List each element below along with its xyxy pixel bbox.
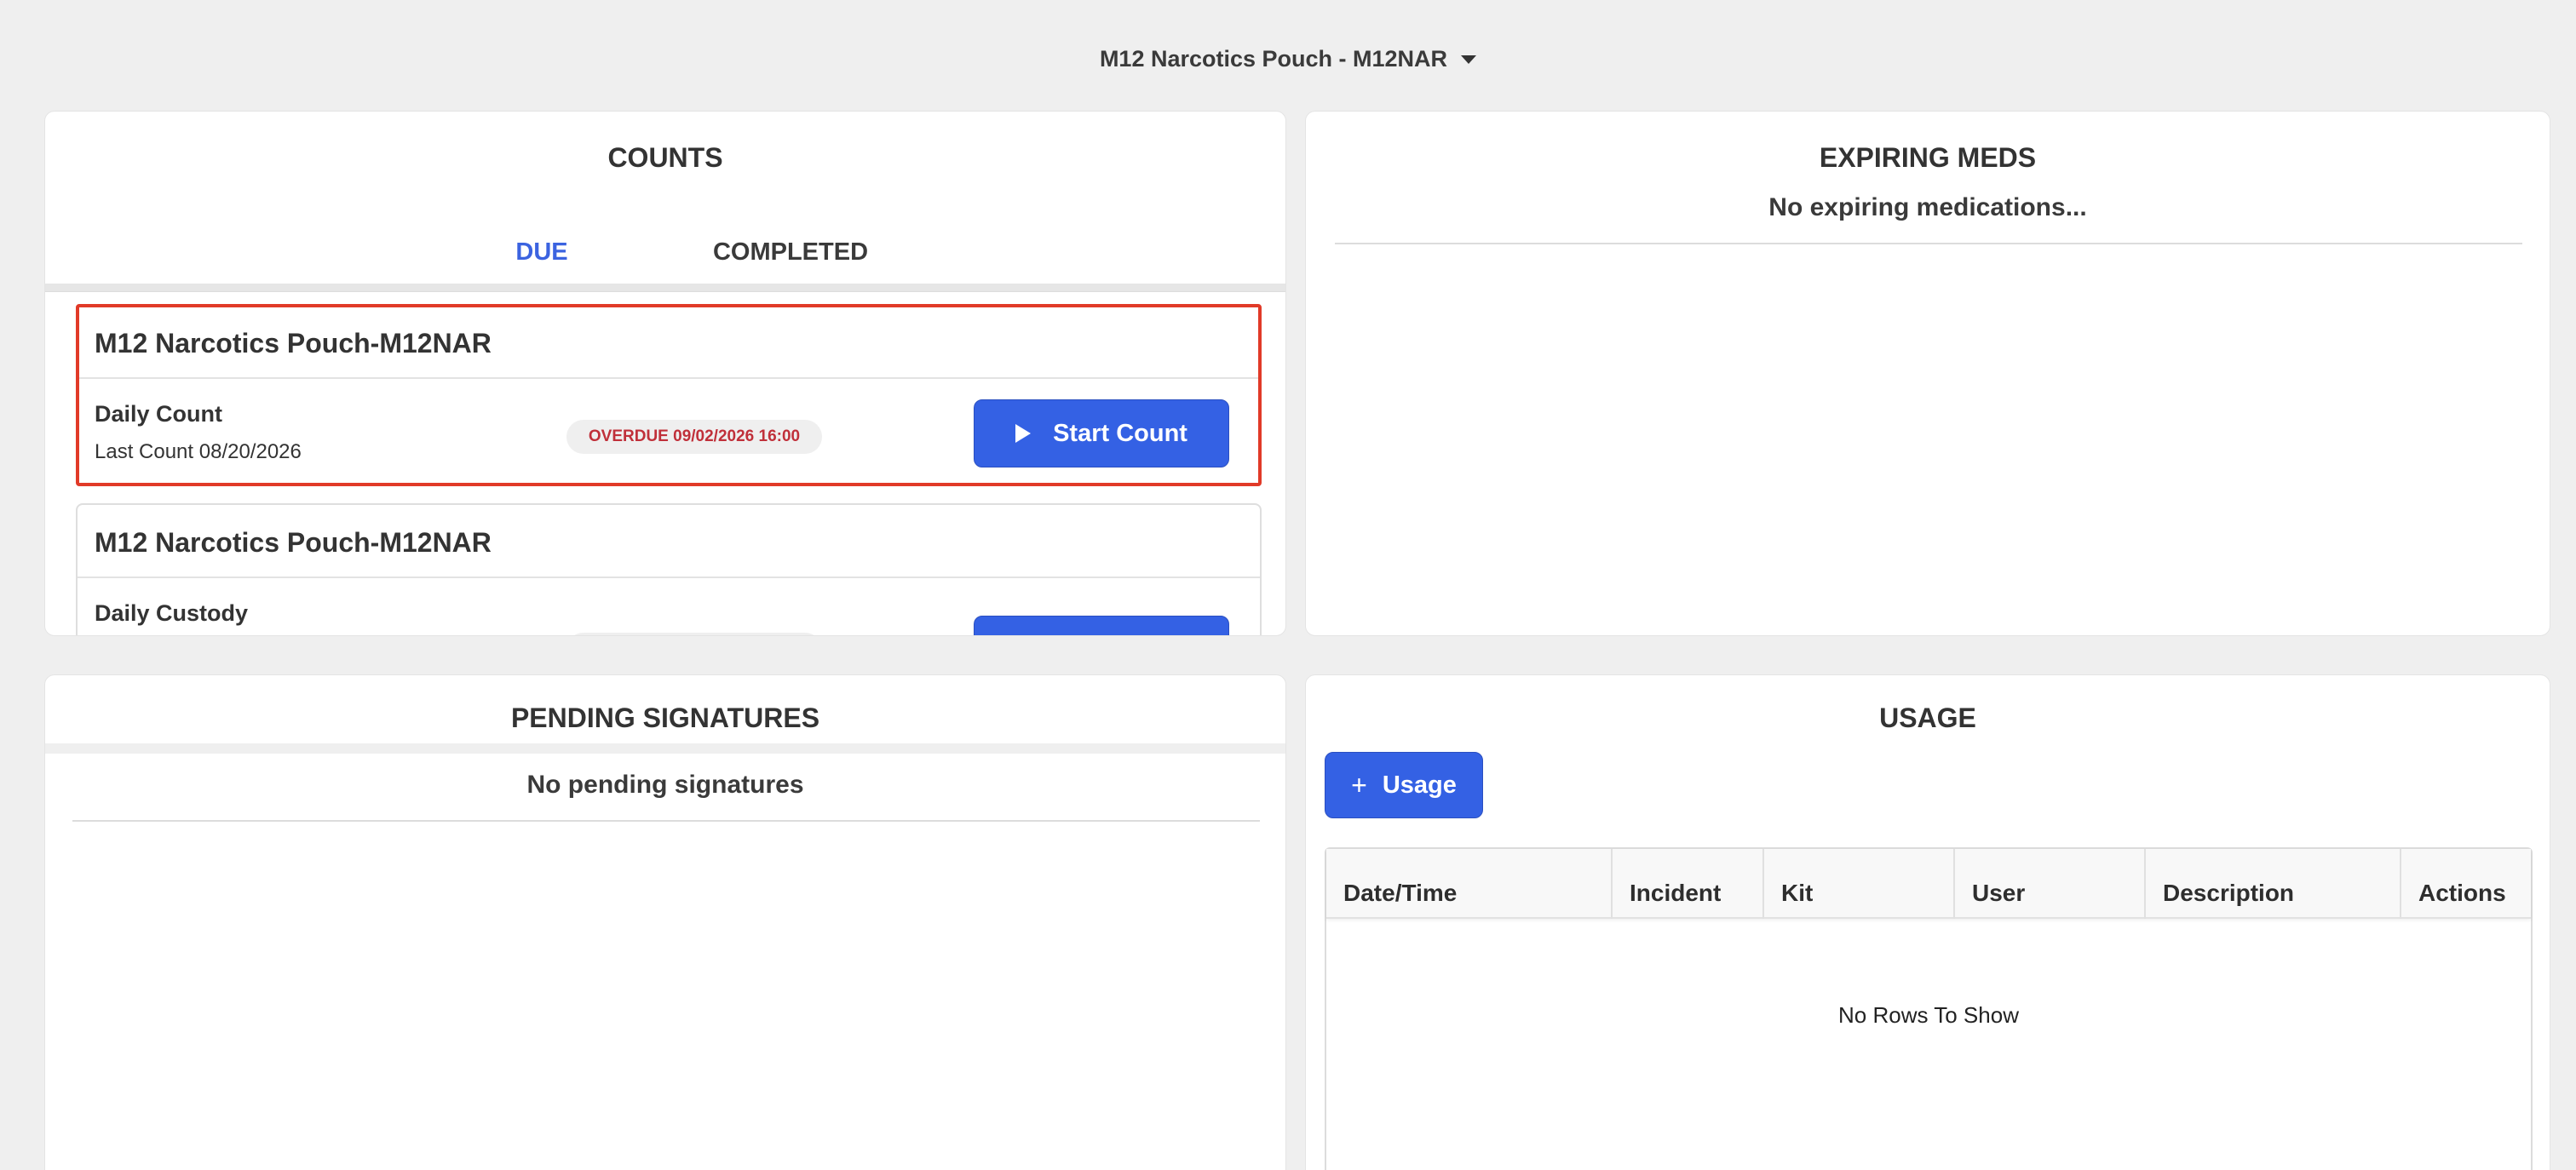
card-divider [79, 377, 1258, 379]
tab-due[interactable]: DUE [417, 214, 666, 292]
overdue-badge: OVERDUE 09/02/2026 16:00 [566, 420, 822, 454]
column-header-description[interactable]: Description [2146, 849, 2400, 919]
last-count: Last Count 08/20/2026 [95, 440, 302, 463]
tab-completed-label: COMPLETED [712, 238, 869, 266]
expiring-meds-panel: EXPIRING MEDS No expiring medications... [1305, 111, 2550, 636]
usage-grid: Date/Time Incident Kit User Description … [1325, 847, 2533, 1170]
caret-down-icon [1461, 55, 1477, 64]
tabs-divider [45, 284, 1285, 292]
tab-completed[interactable]: COMPLETED [666, 214, 915, 290]
expiring-empty-message: No expiring medications... [1768, 193, 2087, 221]
card-divider [78, 576, 1260, 578]
pending-empty-message: No pending signatures [526, 771, 804, 799]
usage-empty-message: No Rows To Show [1838, 1002, 2019, 1028]
plus-icon: + [1351, 769, 1367, 800]
column-header-actions[interactable]: Actions [2401, 849, 2529, 919]
count-card: M12 Narcotics Pouch-M12NAR Daily Custody [76, 503, 1262, 635]
column-header-incident[interactable]: Incident [1613, 849, 1762, 919]
pending-title: PENDING SIGNATURES [510, 703, 820, 733]
kit-selector[interactable]: M12 Narcotics Pouch - M12NAR [0, 37, 2576, 80]
kit-selector-label: M12 Narcotics Pouch - M12NAR [1099, 45, 1448, 72]
count-type: Daily Count [95, 401, 223, 427]
expiring-title: EXPIRING MEDS [1819, 142, 2037, 173]
start-count-label: Start Count [1053, 419, 1187, 447]
usage-panel: USAGE + Usage Date/Time Incident Kit Use… [1305, 674, 2550, 1170]
play-icon [1015, 424, 1032, 443]
count-card-title: M12 Narcotics Pouch-M12NAR [95, 527, 492, 558]
column-header-kit[interactable]: Kit [1764, 849, 1953, 919]
start-custody-button[interactable] [974, 616, 1229, 635]
start-count-button[interactable]: Start Count [974, 399, 1229, 467]
column-header-datetime[interactable]: Date/Time [1326, 849, 1611, 919]
counts-title: COUNTS [607, 142, 723, 173]
counts-panel: COUNTS DUE COMPLETED M12 Narcotics Pouch… [44, 111, 1286, 636]
status-badge [566, 633, 822, 635]
tab-due-label: DUE [515, 238, 568, 266]
usage-title: USAGE [1879, 703, 1976, 733]
pending-signatures-panel: PENDING SIGNATURES No pending signatures [44, 674, 1286, 1170]
count-card: M12 Narcotics Pouch-M12NAR Daily Count L… [76, 304, 1262, 486]
column-header-user[interactable]: User [1955, 849, 2144, 919]
pending-divider [72, 820, 1260, 822]
usage-grid-header: Date/Time Incident Kit User Description … [1326, 849, 2531, 919]
count-card-title: M12 Narcotics Pouch-M12NAR [95, 328, 492, 358]
expiring-divider [1335, 243, 2522, 244]
add-usage-label: Usage [1382, 771, 1457, 799]
pending-band [45, 743, 1285, 754]
count-type: Daily Custody [95, 600, 249, 626]
add-usage-button[interactable]: + Usage [1325, 752, 1483, 818]
